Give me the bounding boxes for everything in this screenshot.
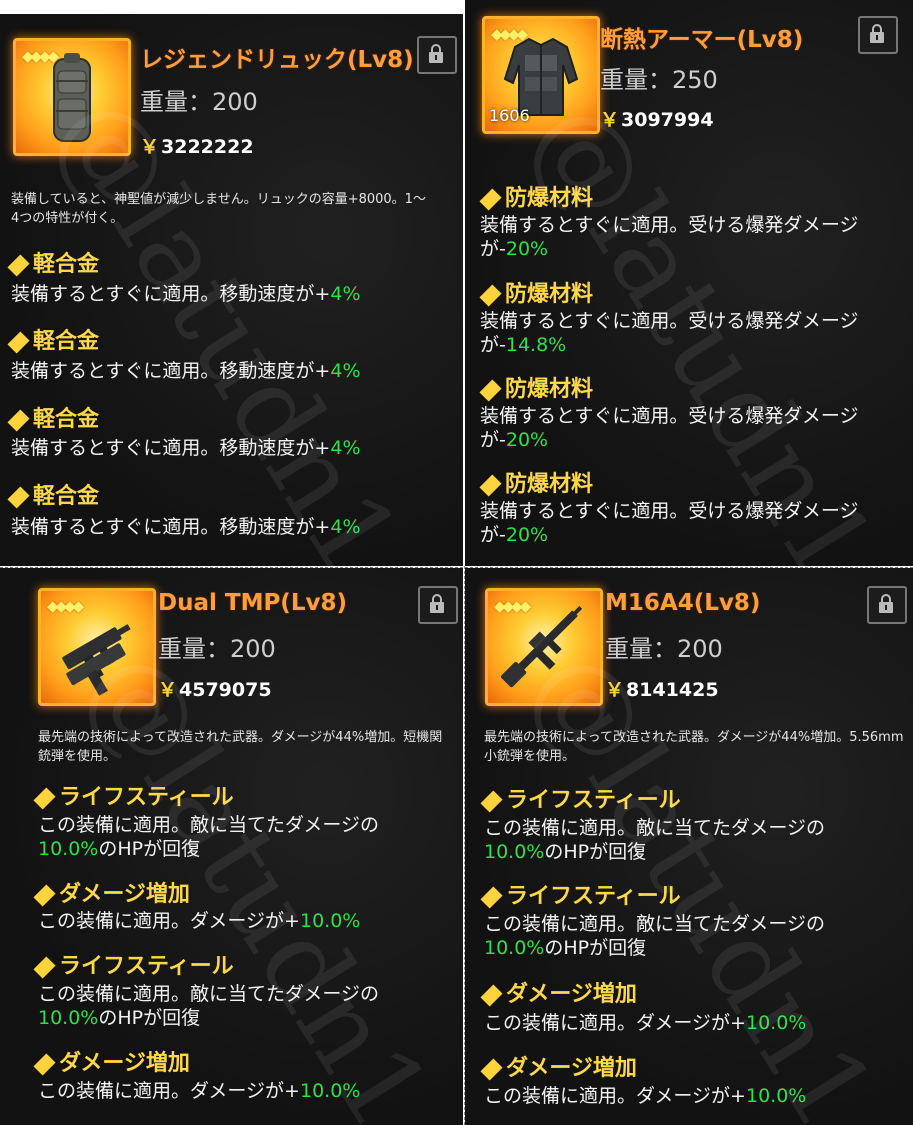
item-card-m16a4: ◆◆◆◆ M16A4(Lv8) 重量：200 ￥ 8141425 最先端の技術によ… — [465, 568, 913, 1125]
trait-description: 装備するとすぐに適用。受ける爆発ダメージが-20% — [480, 405, 859, 451]
trait-description: 装備するとすぐに適用。受ける爆発ダメージが-20% — [480, 500, 859, 546]
rarity-stars: ◆◆◆◆ — [491, 25, 528, 43]
trait-name: 軽合金 — [7, 246, 99, 278]
trait-name: ダメージ増加 — [480, 976, 637, 1008]
trait-description: 装備するとすぐに適用。移動速度が+4% — [11, 437, 361, 459]
item-icon-frame[interactable]: ◆◆◆◆ — [485, 588, 603, 706]
trait-name: ライフスティール — [33, 948, 234, 980]
item-weight: 重量：200 — [158, 635, 276, 663]
price-value: 4579075 — [179, 679, 272, 701]
diamond-icon — [7, 253, 30, 277]
item-card-backpack: ◆◆◆◆ レジェンドリュック(Lv8) 重量：200 ￥ 3222222 装備して… — [0, 14, 463, 566]
trait-name: ダメージ増加 — [480, 1050, 637, 1082]
diamond-icon — [479, 283, 502, 307]
lock-button[interactable] — [867, 586, 907, 624]
trait-description: この装備に適用。敵に当てたダメージの 10.0%のHPが回復 — [38, 983, 380, 1029]
diamond-icon — [33, 786, 56, 810]
diamond-icon — [480, 885, 503, 909]
diamond-icon — [479, 378, 502, 402]
item-title: 断熱アーマー(Lv8) — [600, 27, 804, 53]
item-title: Dual TMP(Lv8) — [158, 590, 347, 616]
trait-description: この装備に適用。敵に当てたダメージの 10.0%のHPが回復 — [38, 814, 380, 860]
item-weight: 重量：200 — [140, 88, 258, 116]
trait-description: この装備に適用。敵に当てたダメージの 10.0%のHPが回復 — [484, 817, 826, 863]
lock-button[interactable] — [858, 16, 898, 54]
lock-icon — [870, 24, 884, 43]
trait-name: 軽合金 — [7, 478, 99, 510]
price-value: 3222222 — [161, 136, 254, 158]
lock-icon — [429, 44, 443, 63]
trait-description: この装備に適用。ダメージが+10.0% — [484, 1012, 807, 1034]
item-description: 最先端の技術によって改造された武器。ダメージが44%増加。5.56mm小銃弾を使… — [484, 730, 904, 764]
item-price: ￥ 3097994 — [600, 105, 714, 132]
diamond-icon — [7, 408, 30, 432]
rarity-stars: ◆◆◆◆ — [494, 597, 531, 615]
item-weight: 重量：250 — [600, 66, 718, 94]
item-title: レジェンドリュック(Lv8) — [140, 47, 414, 73]
trait-name: ダメージ増加 — [33, 1045, 190, 1077]
diamond-icon — [480, 983, 503, 1007]
trait-description: この装備に適用。ダメージが+10.0% — [484, 1085, 807, 1107]
trait-name: 防爆材料 — [479, 371, 593, 403]
diamond-icon — [33, 883, 56, 907]
item-description: 最先端の技術によって改造された武器。ダメージが44%増加。短機関銃弾を使用。 — [38, 730, 443, 764]
rarity-stars: ◆◆◆◆ — [47, 597, 84, 615]
diamond-icon — [480, 1057, 503, 1081]
diamond-icon — [480, 789, 503, 813]
trait-name: 軽合金 — [7, 323, 99, 355]
trait-description: 装備するとすぐに適用。移動速度が+4% — [11, 283, 361, 305]
currency-symbol: ￥ — [158, 679, 178, 701]
diamond-icon — [7, 485, 30, 509]
trait-name: 軽合金 — [7, 401, 99, 433]
item-title: M16A4(Lv8) — [605, 590, 761, 616]
item-card-dual-tmp: ◆◆◆◆ Dual TMP(Lv8) 重量：200 ￥ 4579075 最先端の技… — [0, 568, 463, 1125]
item-icon-frame[interactable]: ◆◆◆◆ 1606 — [482, 16, 600, 134]
price-value: 8141425 — [626, 679, 719, 701]
item-icon-frame[interactable]: ◆◆◆◆ — [38, 588, 156, 706]
item-price: ￥ 3222222 — [140, 132, 254, 159]
item-price: ￥ 4579075 — [158, 675, 272, 702]
trait-description: 装備するとすぐに適用。受ける爆発ダメージが-14.8% — [480, 310, 859, 356]
diamond-icon — [33, 1052, 56, 1076]
trait-description: 装備するとすぐに適用。受ける爆発ダメージが-20% — [480, 214, 859, 260]
trait-name: 防爆材料 — [479, 276, 593, 308]
trait-description: この装備に適用。ダメージが+10.0% — [38, 1080, 361, 1102]
lock-icon — [879, 594, 893, 613]
diamond-icon — [7, 330, 30, 354]
item-price: ￥ 8141425 — [605, 675, 719, 702]
trait-name: ライフスティール — [480, 782, 681, 814]
currency-symbol: ￥ — [140, 136, 160, 158]
rarity-stars: ◆◆◆◆ — [22, 47, 59, 65]
diamond-icon — [33, 955, 56, 979]
trait-description: 装備するとすぐに適用。移動速度が+4% — [11, 516, 361, 538]
item-weight: 重量：200 — [605, 635, 723, 663]
trait-name: 防爆材料 — [479, 180, 593, 212]
lock-button[interactable] — [418, 586, 458, 624]
diamond-icon — [479, 473, 502, 497]
diamond-icon — [479, 187, 502, 211]
item-card-armor: ◆◆◆◆ 1606 断熱アーマー(Lv8) 重量：250 ￥ 3097994 防爆… — [465, 0, 913, 566]
item-description: 装備していると、神聖値が減少しません。リュックの容量+8000。1～4つの特性が… — [11, 192, 426, 226]
price-value: 3097994 — [621, 109, 714, 131]
trait-name: ライフスティール — [33, 779, 234, 811]
trait-name: ダメージ増加 — [33, 876, 190, 908]
trait-name: ライフスティール — [480, 878, 681, 910]
lock-icon — [430, 594, 444, 613]
currency-symbol: ￥ — [600, 109, 620, 131]
item-icon-frame[interactable]: ◆◆◆◆ — [13, 38, 131, 156]
currency-symbol: ￥ — [605, 679, 625, 701]
trait-name: 防爆材料 — [479, 466, 593, 498]
item-id-label: 1606 — [489, 106, 530, 125]
trait-description: この装備に適用。ダメージが+10.0% — [38, 910, 361, 932]
lock-button[interactable] — [417, 36, 457, 74]
trait-description: 装備するとすぐに適用。移動速度が+4% — [11, 360, 361, 382]
trait-description: この装備に適用。敵に当てたダメージの 10.0%のHPが回復 — [484, 913, 826, 959]
